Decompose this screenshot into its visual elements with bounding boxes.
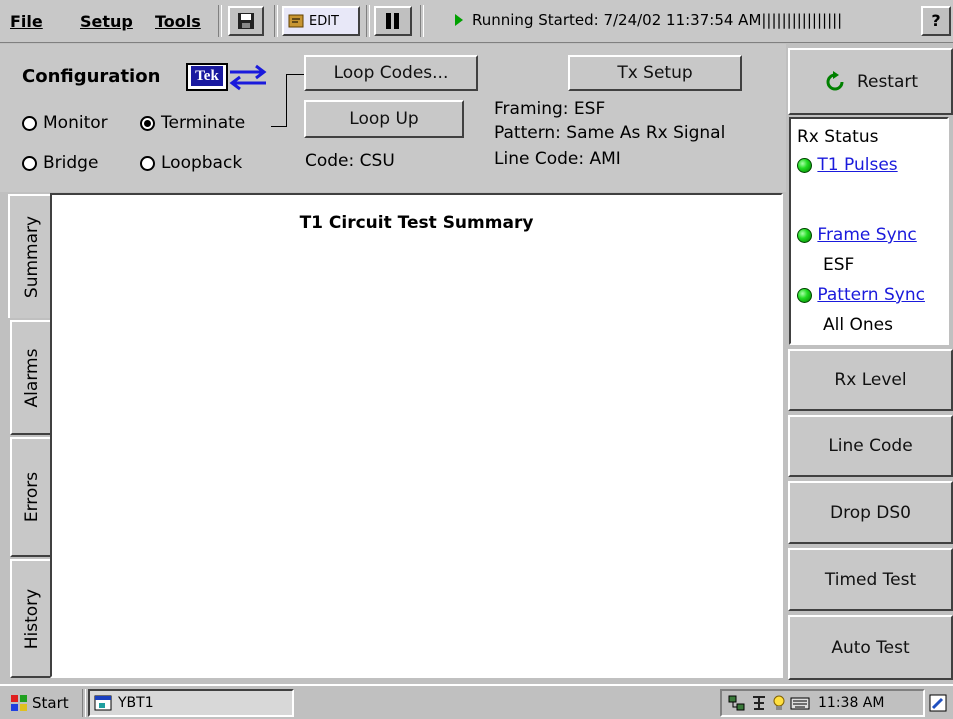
tab-history[interactable]: History bbox=[10, 559, 52, 678]
desktop-pencil-icon bbox=[929, 694, 947, 712]
frame-sync-value: ESF bbox=[823, 255, 855, 275]
system-tray: 11:38 AM bbox=[720, 689, 925, 717]
toolbar-separator bbox=[366, 5, 370, 37]
edit-button[interactable]: EDIT bbox=[282, 6, 360, 36]
framing-label: Framing: ESF bbox=[494, 99, 606, 119]
t1-pulses-link[interactable]: T1 Pulses bbox=[817, 155, 897, 175]
menu-bar: File Setup Tools EDIT Running Started: 7… bbox=[0, 0, 953, 43]
app-window-icon bbox=[94, 695, 112, 711]
content-title: T1 Circuit Test Summary bbox=[299, 213, 534, 233]
taskbar: Start YBT1 11:38 AM bbox=[0, 684, 953, 719]
pattern-sync-row: Pattern Sync bbox=[797, 285, 925, 305]
mode-loopback-radio[interactable]: Loopback bbox=[140, 153, 242, 173]
radio-circle-icon bbox=[22, 115, 37, 131]
run-status-text: Running Started: 7/24/02 11:37:54 AM||||… bbox=[472, 11, 843, 29]
loop-arrows-icon bbox=[229, 64, 267, 91]
mode-terminate-radio[interactable]: Terminate bbox=[140, 113, 245, 133]
connector-line bbox=[286, 74, 304, 75]
tab-alarms[interactable]: Alarms bbox=[10, 320, 52, 435]
pattern-label: Pattern: Same As Rx Signal bbox=[494, 123, 726, 143]
radio-selected-icon bbox=[140, 115, 155, 131]
pause-icon bbox=[386, 13, 399, 29]
keyboard-icon bbox=[790, 697, 810, 710]
help-button[interactable]: ? bbox=[921, 6, 951, 36]
auto-test-button[interactable]: Auto Test bbox=[788, 615, 953, 680]
menu-file[interactable]: File bbox=[10, 12, 43, 31]
menu-setup[interactable]: Setup bbox=[80, 12, 133, 31]
running-indicator-icon bbox=[455, 14, 463, 26]
tab-summary[interactable]: Summary bbox=[8, 194, 54, 318]
tx-setup-button[interactable]: Tx Setup bbox=[568, 55, 742, 91]
configuration-title: Configuration bbox=[22, 66, 161, 87]
toolbar-separator bbox=[274, 5, 278, 37]
rx-status-title: Rx Status bbox=[797, 127, 879, 147]
radio-circle-icon bbox=[140, 155, 155, 171]
loop-up-button[interactable]: Loop Up bbox=[304, 100, 464, 138]
frame-sync-status-led-icon bbox=[797, 227, 812, 243]
mode-bridge-radio[interactable]: Bridge bbox=[22, 153, 98, 173]
floppy-disk-icon bbox=[238, 13, 254, 29]
line-code-button[interactable]: Line Code bbox=[788, 415, 953, 477]
input-method-icon bbox=[753, 696, 765, 710]
tek-logo: Tek bbox=[186, 63, 268, 93]
connector-line bbox=[286, 74, 287, 127]
show-desktop-button[interactable] bbox=[928, 689, 952, 717]
pause-button[interactable] bbox=[374, 6, 412, 36]
lightbulb-icon bbox=[773, 695, 785, 710]
configuration-panel: Configuration Tek Monitor Terminate Brid… bbox=[0, 44, 786, 192]
connector-line bbox=[271, 126, 287, 127]
line-code-label: Line Code: AMI bbox=[494, 149, 621, 169]
t1-pulses-status-led-icon bbox=[797, 157, 812, 173]
frame-sync-link[interactable]: Frame Sync bbox=[817, 225, 916, 245]
rx-level-button[interactable]: Rx Level bbox=[788, 349, 953, 411]
t1-pulses-row: T1 Pulses bbox=[797, 155, 898, 175]
code-label: Code: CSU bbox=[305, 151, 395, 171]
pattern-sync-link[interactable]: Pattern Sync bbox=[817, 285, 925, 305]
radio-circle-icon bbox=[22, 155, 37, 171]
restart-button[interactable]: Restart bbox=[788, 48, 953, 115]
mode-monitor-radio[interactable]: Monitor bbox=[22, 113, 108, 133]
clock: 11:38 AM bbox=[818, 695, 885, 711]
summary-content-panel: T1 Circuit Test Summary bbox=[50, 193, 783, 678]
windows-flag-icon bbox=[11, 695, 27, 711]
loop-codes-button[interactable]: Loop Codes... bbox=[304, 55, 478, 91]
edit-icon bbox=[288, 14, 304, 28]
restart-icon bbox=[826, 70, 844, 90]
tab-errors[interactable]: Errors bbox=[10, 437, 52, 557]
menu-tools[interactable]: Tools bbox=[155, 12, 201, 31]
rx-status-panel: Rx Status T1 Pulses Frame Sync ESF Patte… bbox=[789, 117, 949, 345]
network-icon bbox=[728, 695, 745, 711]
pattern-sync-status-led-icon bbox=[797, 287, 812, 303]
taskbar-app-button[interactable]: YBT1 bbox=[88, 689, 294, 717]
drop-ds0-button[interactable]: Drop DS0 bbox=[788, 481, 953, 544]
taskbar-separator bbox=[82, 689, 86, 717]
toolbar-separator bbox=[218, 5, 222, 37]
pattern-sync-value: All Ones bbox=[823, 315, 893, 335]
save-button[interactable] bbox=[228, 6, 264, 36]
toolbar-separator bbox=[420, 5, 424, 37]
timed-test-button[interactable]: Timed Test bbox=[788, 548, 953, 611]
view-tabs: Summary Alarms Errors History bbox=[0, 192, 54, 680]
frame-sync-row: Frame Sync bbox=[797, 225, 917, 245]
start-button[interactable]: Start bbox=[4, 689, 75, 717]
